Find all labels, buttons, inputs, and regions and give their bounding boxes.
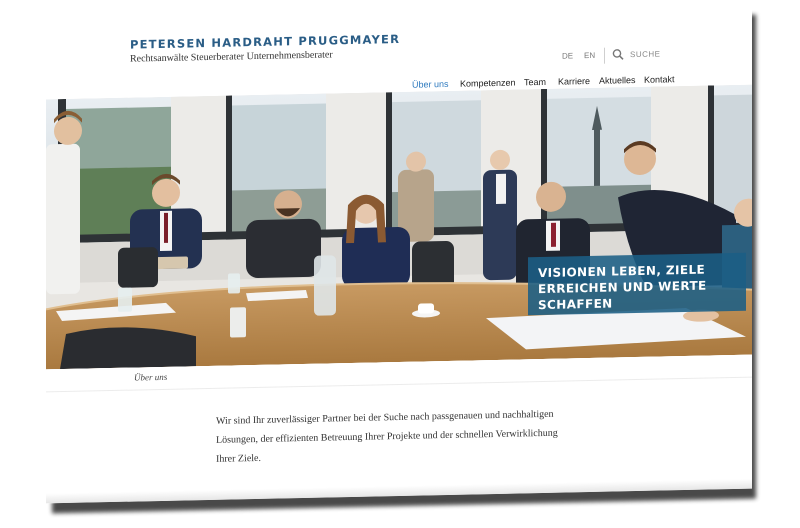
lang-en-link[interactable]: EN: [584, 51, 595, 60]
nav-item-karriere[interactable]: Karriere: [558, 76, 590, 87]
browser-page: PETERSEN HARDRAHT PRUGGMAYER Rechtsanwäl…: [46, 8, 752, 504]
breadcrumb[interactable]: Über uns: [134, 372, 167, 383]
search-label[interactable]: SUCHE: [630, 50, 661, 60]
site-logo[interactable]: PETERSEN HARDRAHT PRUGGMAYER Rechtsanwäl…: [130, 32, 400, 65]
utility-bar: DE EN SUCHE: [552, 45, 752, 69]
lang-de-link[interactable]: DE: [562, 51, 573, 60]
nav-item-ueber-uns[interactable]: Über uns: [412, 79, 449, 90]
nav-item-kompetenzen[interactable]: Kompetenzen: [460, 78, 516, 89]
intro-text: Wir sind Ihr zuverlässiger Partner bei d…: [216, 408, 558, 465]
hero-photo: [46, 84, 752, 370]
utility-divider: [604, 47, 605, 64]
nav-item-kontakt[interactable]: Kontakt: [644, 74, 675, 85]
search-icon[interactable]: [612, 48, 624, 60]
nav-item-aktuelles[interactable]: Aktuelles: [599, 75, 636, 86]
hero-banner: VISIONEN LEBEN, ZIELE ERREICHEN UND WERT…: [46, 84, 752, 370]
hero-caption: VISIONEN LEBEN, ZIELE ERREICHEN UND WERT…: [528, 252, 746, 316]
nav-item-team[interactable]: Team: [524, 77, 546, 87]
hero-headline: VISIONEN LEBEN, ZIELE ERREICHEN UND WERT…: [538, 262, 707, 313]
